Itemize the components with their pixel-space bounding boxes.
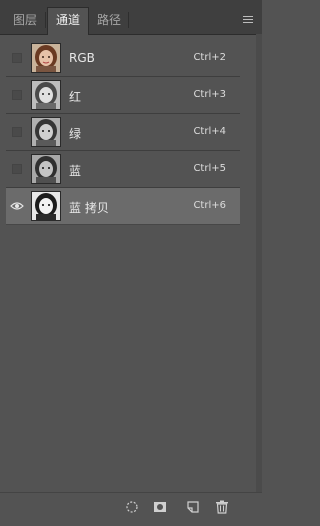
panel-bottom-toolbar <box>0 492 262 519</box>
visibility-toggle[interactable] <box>12 127 22 137</box>
tab-divider <box>128 12 129 28</box>
new-channel-icon[interactable] <box>186 500 200 514</box>
save-selection-icon[interactable] <box>153 500 167 514</box>
channel-thumbnail <box>31 191 61 221</box>
channel-name: 蓝 <box>69 164 82 178</box>
channel-row-blue-copy[interactable]: 蓝 拷贝 Ctrl+6 <box>6 188 240 225</box>
channel-thumbnail <box>31 117 61 147</box>
tab-divider <box>45 12 46 28</box>
tab-bar: 图层 通道 路径 <box>0 0 262 35</box>
channel-row-green[interactable]: 绿 Ctrl+4 <box>6 114 240 151</box>
channel-row-rgb[interactable]: RGB Ctrl+2 <box>6 40 240 77</box>
channel-shortcut: Ctrl+6 <box>193 200 226 211</box>
panel-scroll-track <box>256 34 262 492</box>
channel-list: RGB Ctrl+2 红 Ctrl+3 绿 Ctrl+4 蓝 Ctrl+5 蓝 … <box>6 40 240 225</box>
channel-thumbnail <box>31 154 61 184</box>
hamburger-menu-icon[interactable] <box>243 16 253 24</box>
channel-name: 蓝 拷贝 <box>69 201 109 215</box>
channels-panel: 图层 通道 路径 RGB Ctrl+2 红 Ctrl+3 绿 Ctrl+4 蓝 … <box>0 0 262 526</box>
load-selection-icon[interactable] <box>125 500 139 514</box>
channel-row-red[interactable]: 红 Ctrl+3 <box>6 77 240 114</box>
visibility-toggle[interactable] <box>12 164 22 174</box>
tab-paths[interactable]: 路径 <box>90 8 128 34</box>
channel-shortcut: Ctrl+2 <box>193 52 226 63</box>
eye-icon[interactable] <box>10 201 24 211</box>
channel-name: 红 <box>69 90 82 104</box>
channel-shortcut: Ctrl+4 <box>193 126 226 137</box>
channel-name: 绿 <box>69 127 82 141</box>
channel-thumbnail <box>31 80 61 110</box>
channel-shortcut: Ctrl+3 <box>193 89 226 100</box>
tab-channels[interactable]: 通道 <box>47 7 89 35</box>
visibility-toggle[interactable] <box>12 90 22 100</box>
delete-icon[interactable] <box>215 500 229 514</box>
channel-shortcut: Ctrl+5 <box>193 163 226 174</box>
channel-name: RGB <box>69 51 95 65</box>
channel-thumbnail <box>31 43 61 73</box>
channel-row-blue[interactable]: 蓝 Ctrl+5 <box>6 151 240 188</box>
visibility-toggle[interactable] <box>12 53 22 63</box>
tab-layers[interactable]: 图层 <box>6 8 44 34</box>
